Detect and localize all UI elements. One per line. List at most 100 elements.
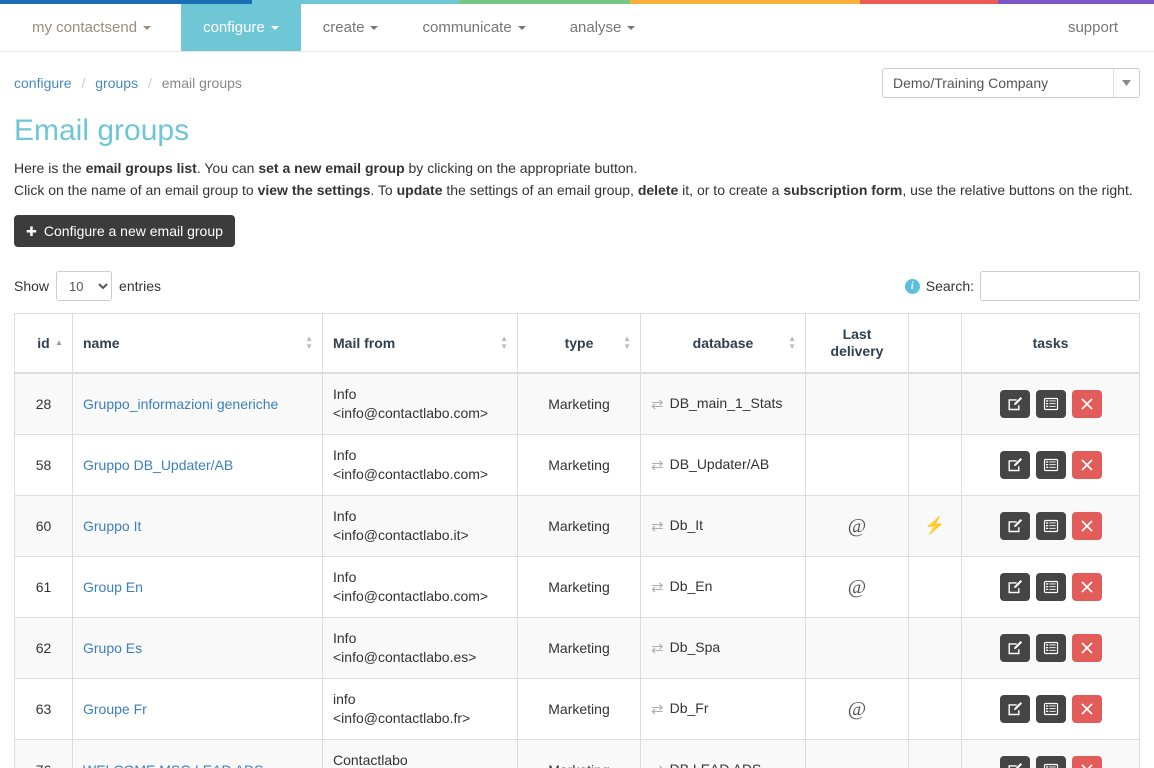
edit-group-button[interactable] — [999, 695, 1030, 723]
sort-icon: ▲ ▼ — [788, 334, 796, 351]
column-label-name: name — [83, 335, 120, 351]
nav-item-create[interactable]: create — [301, 4, 401, 51]
subscription-form-button[interactable] — [1035, 756, 1066, 768]
sort-icon: ▲ ▼ — [305, 334, 313, 351]
cell-flash — [908, 372, 962, 435]
subscription-form-button[interactable] — [1035, 695, 1066, 723]
task-buttons — [999, 390, 1102, 418]
edit-group-button[interactable] — [999, 390, 1030, 418]
email-group-link[interactable]: Gruppo DB_Updater/AB — [83, 457, 233, 473]
database-name: DB LEAD ADS — [670, 761, 762, 768]
page-length-select[interactable]: 102550100 — [56, 271, 113, 301]
table-body: 28 Gruppo_informazioni generiche Info <info… — [14, 372, 1140, 768]
column-header-type[interactable]: type ▲ ▼ — [517, 313, 641, 374]
configure-new-email-group-button[interactable]: ✚ Configure a new email group — [14, 215, 235, 247]
delete-group-button[interactable] — [1071, 573, 1102, 601]
intro-strong: view the settings — [257, 182, 371, 198]
intro-text: . To — [370, 182, 397, 198]
email-groups-table: id ▲ name ▲ ▼ Mail from ▲ ▼ type ▲ ▼ databa… — [14, 313, 1140, 768]
at-sign-icon[interactable]: @ — [848, 698, 866, 720]
cell-last-delivery: @ — [805, 556, 909, 618]
column-header-mail-from[interactable]: Mail from ▲ ▼ — [322, 313, 518, 374]
email-group-link[interactable]: WELCOME MSG LEAD ADS — [83, 762, 263, 768]
exchange-arrows-icon: ⇄ — [651, 640, 664, 657]
email-group-link[interactable]: Grupo Es — [83, 640, 142, 656]
database-name: Db_It — [669, 517, 704, 533]
cell-type: Marketing — [517, 617, 641, 679]
cell-last-delivery — [805, 739, 909, 768]
at-sign-icon[interactable]: @ — [848, 515, 866, 537]
cell-tasks — [961, 739, 1140, 768]
cell-last-delivery: @ — [805, 678, 909, 740]
edit-group-button[interactable] — [999, 512, 1030, 540]
delete-group-button[interactable] — [1071, 390, 1102, 418]
cell-id: 61 — [14, 556, 73, 618]
subscription-form-button[interactable] — [1035, 634, 1066, 662]
nav-item-analyse[interactable]: analyse — [548, 4, 658, 51]
company-select[interactable]: Demo/Training Company — [882, 68, 1140, 98]
breadcrumb-item-groups[interactable]: groups — [95, 75, 138, 91]
sort-asc-icon: ▲ — [55, 338, 63, 347]
cell-flash — [908, 434, 962, 496]
page-length-control: Show 102550100 entries — [14, 271, 161, 301]
cell-mail-from: Info <info@contactlabo.es> — [322, 617, 518, 679]
edit-group-button[interactable] — [999, 451, 1030, 479]
breadcrumb-separator: / — [81, 75, 86, 91]
cell-id: 62 — [14, 617, 73, 679]
cell-name: Group En — [72, 556, 323, 618]
at-sign-icon[interactable]: @ — [848, 576, 866, 598]
intro-text: , use the relative buttons on the right. — [902, 182, 1133, 198]
cell-mail-from: Info <info@contactlabo.com> — [322, 556, 518, 618]
nav-item-support[interactable]: support — [1046, 4, 1154, 51]
delete-group-button[interactable] — [1071, 756, 1102, 768]
cell-tasks — [961, 556, 1140, 618]
nav-item-configure[interactable]: configure — [181, 4, 301, 51]
breadcrumb-item-configure[interactable]: configure — [14, 75, 72, 91]
intro-strong: email groups list — [85, 160, 197, 176]
cell-database: ⇄ Db_It — [640, 495, 806, 557]
email-group-link[interactable]: Gruppo It — [83, 518, 141, 534]
edit-group-button[interactable] — [999, 756, 1030, 768]
nav-item-communicate[interactable]: communicate — [400, 4, 547, 51]
edit-group-button[interactable] — [999, 573, 1030, 601]
cell-name: Gruppo DB_Updater/AB — [72, 434, 323, 496]
column-header-id[interactable]: id ▲ — [14, 313, 73, 374]
info-icon[interactable]: i — [904, 278, 920, 294]
configure-new-email-group-label: Configure a new email group — [43, 223, 223, 239]
page-intro: Here is the email groups list. You can s… — [14, 157, 1140, 201]
cell-last-delivery — [805, 372, 909, 435]
delete-group-button[interactable] — [1071, 634, 1102, 662]
email-group-link[interactable]: Group En — [83, 579, 143, 595]
intro-text: Here is the — [14, 160, 86, 176]
cell-database: ⇄ Db_En — [640, 556, 806, 618]
subscription-form-button[interactable] — [1035, 512, 1066, 540]
mail-from-address: <info@contactlabo.com> — [333, 405, 489, 421]
search-input[interactable] — [980, 271, 1140, 301]
subscription-form-button[interactable] — [1035, 390, 1066, 418]
email-group-link[interactable]: Gruppo_informazioni generiche — [83, 396, 278, 412]
delete-group-button[interactable] — [1071, 512, 1102, 540]
mail-from-name: Contactlabo — [333, 752, 408, 768]
nav-label-my-contactsend: my contactsend — [32, 19, 138, 36]
delete-group-button[interactable] — [1071, 451, 1102, 479]
email-group-link[interactable]: Groupe Fr — [83, 701, 147, 717]
nav-item-my-contactsend[interactable]: my contactsend — [0, 4, 181, 51]
cell-type: Marketing — [517, 434, 641, 496]
subscription-form-button[interactable] — [1035, 573, 1066, 601]
intro-line-1: Here is the email groups list. You can s… — [14, 157, 1140, 179]
subscription-form-button[interactable] — [1035, 451, 1066, 479]
column-header-name[interactable]: name ▲ ▼ — [72, 313, 323, 374]
table-row: 63 Groupe Fr info <info@contactlabo.fr> Mark… — [14, 678, 1140, 740]
intro-text: it, or to create a — [678, 182, 784, 198]
exchange-arrows-icon: ⇄ — [651, 761, 664, 768]
delete-group-button[interactable] — [1071, 695, 1102, 723]
search-control: i Search: — [904, 271, 1140, 301]
cell-mail-from: Info <info@contactlabo.it> — [322, 495, 518, 557]
cell-flash — [908, 556, 962, 618]
cell-name: Groupe Fr — [72, 678, 323, 740]
cell-flash: ⚡ — [908, 495, 962, 557]
column-header-database[interactable]: database ▲ ▼ — [640, 313, 806, 374]
table-row: 61 Group En Info <info@contactlabo.com> Mark… — [14, 556, 1140, 618]
edit-group-button[interactable] — [999, 634, 1030, 662]
lightning-bolt-icon[interactable]: ⚡ — [924, 516, 945, 535]
